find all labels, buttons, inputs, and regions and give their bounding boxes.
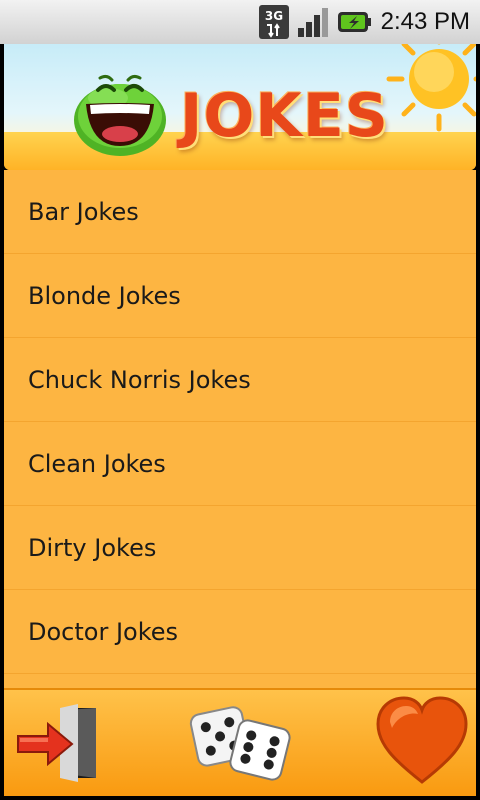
network-3g-icon: 3G (258, 5, 289, 39)
sun-icon (384, 44, 476, 138)
battery-charging-icon (337, 7, 371, 37)
list-item-label: Dirty Jokes (28, 533, 157, 562)
random-joke-button[interactable] (188, 698, 298, 788)
list-item-label: Doctor Jokes (28, 617, 179, 646)
app-screen: 3G 2:43 PM JOKES Bar Jokes Blonde Jokes … (0, 0, 480, 800)
app-header-banner: JOKES (4, 44, 476, 170)
status-time: 2:43 PM (380, 8, 470, 35)
list-item-label: Bar Jokes (28, 197, 139, 226)
list-item-label: Clean Jokes (28, 449, 166, 478)
exit-icon (14, 702, 104, 786)
list-item-label: Chuck Norris Jokes (28, 365, 251, 394)
exit-button[interactable] (14, 704, 104, 784)
list-item[interactable]: Chuck Norris Jokes (4, 338, 476, 422)
joke-category-list: Bar Jokes Blonde Jokes Chuck Norris Joke… (4, 170, 476, 688)
list-item[interactable]: Blonde Jokes (4, 254, 476, 338)
list-item[interactable]: Doctor Jokes (4, 590, 476, 674)
signal-strength-icon (297, 6, 329, 38)
heart-icon (374, 696, 470, 790)
list-item[interactable]: Bar Jokes (4, 170, 476, 254)
dice-icon (188, 696, 298, 790)
laughing-mascot-icon (70, 68, 170, 162)
list-item[interactable]: Clean Jokes (4, 422, 476, 506)
favorites-button[interactable] (372, 696, 472, 790)
list-item-partial[interactable] (4, 674, 476, 684)
svg-text:3G: 3G (265, 9, 283, 23)
app-logo-text: JOKES (180, 81, 390, 151)
list-item-label: Blonde Jokes (28, 281, 181, 310)
status-bar: 3G 2:43 PM (0, 0, 480, 44)
bottom-toolbar (4, 688, 476, 796)
list-item[interactable]: Dirty Jokes (4, 506, 476, 590)
